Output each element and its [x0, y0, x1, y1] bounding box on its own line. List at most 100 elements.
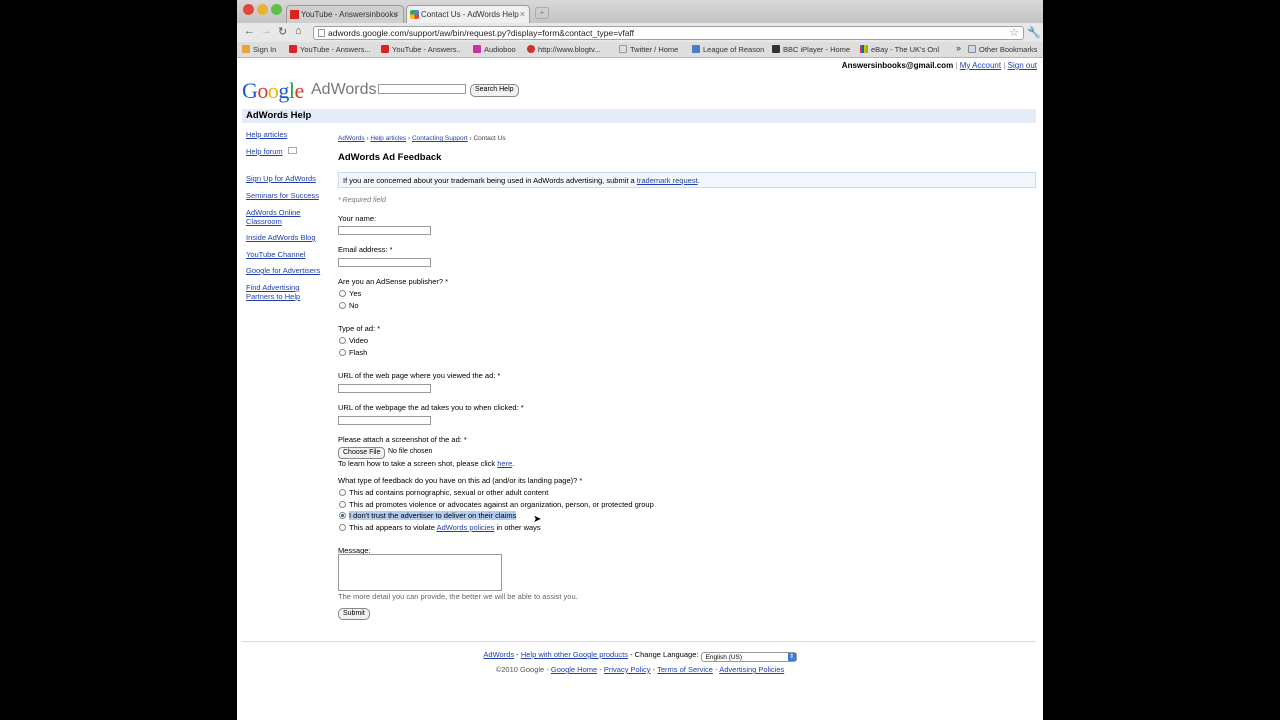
page-icon — [318, 29, 325, 37]
more-bookmarks-button[interactable]: » — [956, 43, 961, 53]
bookmark-item[interactable]: BBC iPlayer - Home — [772, 45, 852, 54]
help-title-bar: AdWords Help — [242, 109, 1036, 123]
adwords-policies-link[interactable]: AdWords policies — [437, 523, 495, 532]
sidebar-item-youtube-channel[interactable]: YouTube Channel — [246, 250, 306, 259]
sidebar-item-sign-up[interactable]: Sign Up for AdWords — [246, 174, 316, 183]
browser-window: YouTube - Answersinbooks × Contact Us - … — [237, 0, 1043, 720]
feedback-label: What type of feedback do you have on thi… — [338, 476, 583, 485]
breadcrumb-help-articles[interactable]: Help articles — [370, 135, 406, 142]
feedback-trust-radio[interactable] — [339, 512, 346, 519]
reload-icon[interactable]: ↻ — [278, 25, 287, 38]
feedback-policy-radio[interactable] — [339, 524, 346, 531]
message-textarea[interactable] — [338, 554, 502, 591]
page-icon — [619, 45, 627, 53]
bookmark-icon — [242, 45, 250, 53]
bookmark-item[interactable]: Audioboo — [473, 45, 519, 54]
ebay-icon — [860, 45, 868, 53]
youtube-icon — [289, 45, 297, 53]
adtype-video-label: Video — [349, 336, 369, 345]
feedback-adult-radio[interactable] — [339, 489, 346, 496]
url-clicked-label: URL of the webpage the ad takes you to w… — [338, 403, 524, 412]
required-note: * Required field — [338, 197, 386, 204]
sidebar-item-help-forum[interactable]: Help forum — [246, 147, 297, 156]
screenshot-label: Please attach a screenshot of the ad: * — [338, 435, 467, 444]
tab-contact-us[interactable]: Contact Us - AdWords Help × — [406, 5, 530, 23]
account-email: Answersinbooks@gmail.com — [841, 61, 954, 70]
sidebar-item-help-articles[interactable]: Help articles — [246, 130, 287, 139]
trademark-request-link[interactable]: trademark request — [637, 176, 698, 185]
email-label: Email address: * — [338, 245, 393, 254]
logo-letter: o — [257, 78, 268, 103]
bookmark-star-icon[interactable]: ☆ — [1009, 26, 1019, 39]
footer-adwords-link[interactable]: AdWords — [483, 650, 514, 659]
forward-icon[interactable]: → — [261, 25, 272, 37]
sidebar-item-find-partners[interactable]: Find Advertising Partners to Help — [246, 283, 310, 301]
select-arrow-icon: ⇕ — [787, 653, 796, 661]
advertising-policies-link[interactable]: Advertising Policies — [719, 665, 784, 674]
terms-link[interactable]: Terms of Service — [657, 665, 713, 674]
bookmark-item[interactable]: League of Reason — [692, 45, 764, 54]
zoom-window-button[interactable] — [271, 4, 282, 15]
breadcrumb-adwords[interactable]: AdWords — [338, 135, 365, 142]
feedback-violence-radio[interactable] — [339, 501, 346, 508]
logo-text: Google — [242, 78, 304, 103]
screenshot-help: To learn how to take a screen shot, plea… — [338, 459, 515, 468]
address-bar[interactable]: adwords.google.com/support/aw/bin/reques… — [313, 26, 1024, 40]
submit-button[interactable]: Submit — [338, 608, 370, 620]
google-logo[interactable]: Google — [242, 78, 304, 104]
sidebar-item-blog[interactable]: Inside AdWords Blog — [246, 233, 316, 242]
bookmark-item[interactable]: eBay - The UK's Onl... — [860, 45, 940, 54]
tab-youtube[interactable]: YouTube - Answersinbooks × — [286, 5, 404, 23]
breadcrumb-contacting-support[interactable]: Contacting Support — [412, 135, 468, 142]
url-viewed-label: URL of the web page where you viewed the… — [338, 371, 501, 380]
sidebar-item-google-for-advertisers[interactable]: Google for Advertisers — [246, 266, 320, 275]
email-input[interactable] — [338, 258, 431, 267]
audioboo-icon — [473, 45, 481, 53]
sidebar-item-online-classroom[interactable]: AdWords Online Classroom — [246, 208, 308, 226]
minimize-window-button[interactable] — [257, 4, 268, 15]
url-clicked-input[interactable] — [338, 416, 431, 425]
adtype-video-radio[interactable] — [339, 337, 346, 344]
name-input[interactable] — [338, 226, 431, 235]
toolbar: ← → ↻ ⌂ adwords.google.com/support/aw/bi… — [237, 23, 1043, 42]
search-help-button[interactable]: Search Help — [470, 84, 519, 97]
bookmark-item[interactable]: http://www.blogtv... — [527, 45, 607, 54]
tab-label: YouTube - Answersinbooks — [301, 10, 398, 19]
privacy-policy-link[interactable]: Privacy Policy — [604, 665, 651, 674]
search-input[interactable] — [378, 84, 466, 94]
sidebar-item-seminars[interactable]: Seminars for Success — [246, 191, 319, 200]
wrench-icon[interactable]: 🔧 — [1027, 26, 1041, 39]
close-tab-icon[interactable]: × — [520, 9, 525, 19]
back-icon[interactable]: ← — [244, 25, 255, 37]
bookmark-item[interactable]: Twitter / Home — [619, 45, 687, 54]
home-icon[interactable]: ⌂ — [295, 25, 302, 37]
adsense-no-radio[interactable] — [339, 302, 346, 309]
bookmark-item[interactable]: YouTube - Answers... — [289, 45, 377, 54]
adsense-yes-radio[interactable] — [339, 290, 346, 297]
message-help: The more detail you can provide, the bet… — [338, 592, 578, 601]
google-home-link[interactable]: Google Home — [551, 665, 597, 674]
sign-out-link[interactable]: Sign out — [1008, 61, 1037, 70]
bookmark-item[interactable]: Sign In — [242, 45, 282, 54]
my-account-link[interactable]: My Account — [960, 61, 1001, 70]
product-name: AdWords — [311, 81, 377, 98]
adtype-flash-radio[interactable] — [339, 349, 346, 356]
footer-help-other-link[interactable]: Help with other Google products — [521, 650, 628, 659]
url-viewed-input[interactable] — [338, 384, 431, 393]
page-content: Answersinbooks@gmail.com | My Account | … — [237, 58, 1043, 720]
breadcrumb: AdWords › Help articles › Contacting Sup… — [338, 135, 506, 142]
choose-file-button[interactable]: Choose File — [338, 447, 386, 459]
youtube-icon — [290, 10, 299, 19]
new-tab-button[interactable]: + — [535, 7, 549, 19]
close-window-button[interactable] — [243, 4, 254, 15]
other-bookmarks-folder[interactable]: Other Bookmarks — [968, 45, 1040, 54]
screenshot-help-link[interactable]: here — [497, 459, 512, 468]
logo-letter: o — [267, 78, 279, 103]
footer-links: AdWords - Help with other Google product… — [237, 650, 1043, 662]
bookmarks-bar: Sign In YouTube - Answers... YouTube - A… — [237, 42, 1043, 58]
adsense-label: Are you an AdSense publisher? * — [338, 277, 449, 286]
close-tab-icon[interactable]: × — [394, 9, 399, 19]
language-select[interactable]: English (US) ⇕ — [700, 652, 797, 662]
page-title: AdWords Ad Feedback — [338, 152, 442, 163]
bookmark-item[interactable]: YouTube - Answers... — [381, 45, 461, 54]
